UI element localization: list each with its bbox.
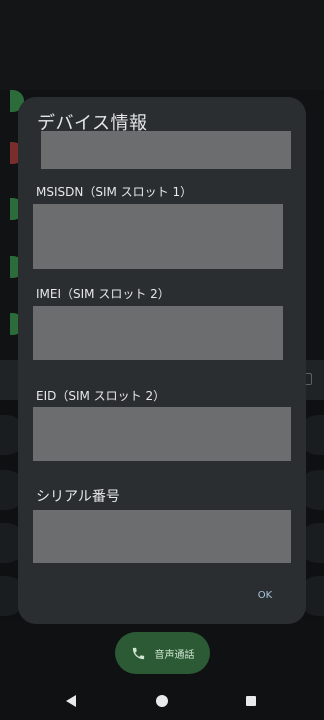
recent-apps-icon[interactable] [246, 696, 256, 706]
field-label-eid: EID（SIM スロット 2） [36, 389, 166, 403]
field-label-serial: シリアル番号 [36, 489, 120, 505]
redacted-value [33, 407, 291, 461]
phone-icon [131, 645, 147, 661]
back-icon[interactable] [66, 695, 76, 707]
field-label-msisdn: MSISDN（SIM スロット 1） [36, 185, 193, 199]
device-info-dialog: デバイス情報 MSISDN（SIM スロット 1） IMEI（SIM スロット … [18, 97, 306, 624]
redacted-value [41, 131, 291, 169]
voice-call-button[interactable]: 音声通話 [115, 632, 210, 674]
background-header [0, 0, 324, 90]
home-icon[interactable] [156, 695, 168, 707]
redacted-value [33, 510, 291, 563]
redacted-value [33, 306, 283, 360]
field-label-imei: IMEI（SIM スロット 2） [36, 287, 170, 301]
voice-call-label: 音声通話 [154, 649, 195, 661]
redacted-value [33, 204, 283, 269]
ok-button[interactable]: OK [250, 585, 280, 605]
